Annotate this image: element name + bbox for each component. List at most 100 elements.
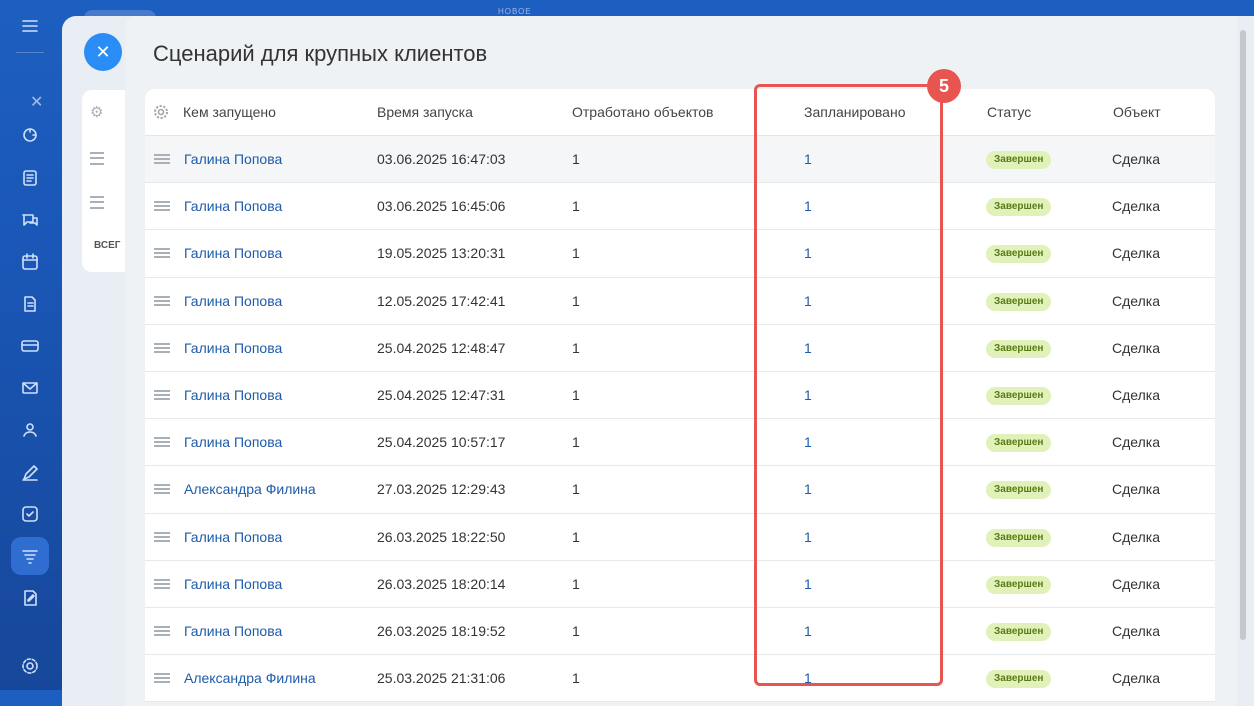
table-row[interactable]: Галина Попова 26.03.2025 18:19:52 1 1 Заверш… — [145, 608, 1215, 656]
table-row[interactable]: Галина Попова 25.04.2025 12:48:47 1 1 Заверш… — [145, 325, 1215, 372]
processed-count-cell: 1 — [572, 198, 580, 215]
close-button[interactable]: ✕ — [84, 33, 122, 71]
drag-handle-icon — [90, 151, 104, 165]
table-row[interactable]: Александра Филина 27.03.2025 12:29:43 1 1 За… — [145, 466, 1215, 514]
processed-count-cell: 1 — [572, 434, 580, 451]
table-row[interactable]: Галина Попова 03.06.2025 16:45:06 1 1 Заверш… — [145, 183, 1215, 231]
status-badge: Завершен — [986, 434, 1052, 453]
table-row[interactable]: Галина Попова 26.03.2025 18:20:14 1 1 Заверш… — [145, 561, 1215, 608]
column-header-launched-by[interactable]: Кем запущено — [183, 104, 276, 120]
object-type-cell: Сделка — [1112, 622, 1160, 639]
launch-time-cell: 03.06.2025 16:47:03 — [377, 151, 506, 167]
menu-icon[interactable] — [16, 12, 44, 40]
processed-count-cell: 1 — [572, 575, 580, 592]
table-settings-gear-icon[interactable] — [153, 104, 169, 120]
contacts-icon[interactable] — [16, 416, 44, 444]
drag-handle-icon[interactable] — [154, 154, 170, 164]
sidebar-divider — [16, 52, 44, 53]
card-icon[interactable] — [16, 332, 44, 360]
scrollbar[interactable] — [1240, 30, 1246, 640]
object-type-cell: Сделка — [1112, 245, 1160, 262]
table-row[interactable]: Галина Попова 12.05.2025 17:42:41 1 1 Заверш… — [145, 278, 1215, 325]
background-list-row — [90, 192, 104, 212]
drag-handle-icon[interactable] — [154, 531, 170, 542]
drag-handle-icon[interactable] — [154, 201, 170, 212]
column-header-processed[interactable]: Отработано объектов — [572, 104, 713, 120]
document-edit-icon[interactable] — [16, 584, 44, 612]
drag-handle-icon[interactable] — [154, 295, 170, 306]
object-type-cell: Сделка — [1112, 386, 1160, 403]
drag-handle-icon[interactable] — [154, 484, 170, 495]
table-row[interactable]: Галина Попова 25.04.2025 12:47:31 1 1 Заверш… — [145, 372, 1215, 420]
pen-icon[interactable] — [16, 459, 44, 487]
launched-by-link[interactable]: Галина Попова — [184, 387, 282, 403]
object-type-cell: Сделка — [1112, 434, 1160, 451]
drag-handle-icon[interactable] — [154, 625, 170, 636]
close-icon: ✕ — [95, 41, 111, 62]
status-badge: Завершен — [986, 292, 1052, 311]
chat-icon[interactable] — [16, 206, 44, 234]
launched-by-link[interactable]: Галина Попова — [184, 576, 282, 592]
launch-time-cell: 26.03.2025 18:20:14 — [377, 575, 506, 592]
feed-icon[interactable] — [16, 164, 44, 192]
launched-by-link[interactable]: Галина Попова — [184, 151, 282, 167]
launched-by-link[interactable]: Александра Филина — [184, 670, 316, 686]
calendar-icon[interactable] — [16, 248, 44, 276]
status-badge: Завершен — [986, 198, 1052, 217]
drag-handle-icon[interactable] — [154, 389, 170, 400]
status-badge: Завершен — [986, 245, 1052, 264]
launched-by-link[interactable]: Галина Попова — [184, 623, 282, 639]
new-label: НОВОЕ — [498, 7, 532, 16]
launched-by-link[interactable]: Галина Попова — [184, 340, 282, 356]
runs-table: Кем запущено Время запуска Отработано об… — [145, 89, 1215, 703]
processed-count-cell: 1 — [572, 151, 580, 167]
launched-by-link[interactable]: Галина Попова — [184, 529, 282, 545]
drag-handle-icon — [90, 195, 104, 209]
page-title: Сценарий для крупных клиентов — [153, 41, 488, 66]
table-row[interactable]: Галина Попова 03.06.2025 16:47:03 1 1 Заверш… — [145, 136, 1215, 184]
close-x-icon[interactable]: ✕ — [30, 92, 43, 112]
column-header-launch-time[interactable]: Время запуска — [377, 104, 473, 120]
table-row[interactable]: Галина Попова 19.05.2025 13:20:31 1 1 Заверш… — [145, 230, 1215, 278]
table-row[interactable]: Галина Попова 26.03.2025 18:22:50 1 1 Заверш… — [145, 514, 1215, 561]
status-badge: Завершен — [986, 528, 1052, 547]
table-row[interactable]: Галина Попова 25.04.2025 10:57:17 1 1 Заверш… — [145, 419, 1215, 467]
table-header: Кем запущено Время запуска Отработано об… — [145, 89, 1215, 136]
drag-handle-icon[interactable] — [154, 342, 170, 353]
status-badge: Завершен — [986, 622, 1052, 641]
background-total-label: ВСЕГ — [94, 240, 121, 251]
launch-time-cell: 25.04.2025 12:48:47 — [377, 339, 506, 356]
document-icon[interactable] — [16, 290, 44, 318]
status-badge: Завершен — [986, 670, 1052, 689]
launched-by-link[interactable]: Галина Попова — [184, 245, 282, 261]
launch-time-cell: 12.05.2025 17:42:41 — [377, 292, 506, 309]
activity-icon[interactable] — [16, 121, 44, 149]
planned-column-highlight — [754, 84, 943, 686]
funnel-icon[interactable] — [16, 542, 44, 570]
launch-time-cell: 25.04.2025 12:47:31 — [377, 386, 506, 403]
object-type-cell: Сделка — [1112, 528, 1160, 545]
tasks-icon[interactable] — [16, 500, 44, 528]
launch-time-cell: 26.03.2025 18:22:50 — [377, 528, 506, 545]
table-body: Галина Попова 03.06.2025 16:47:03 1 1 Заверш… — [145, 136, 1215, 703]
object-type-cell: Сделка — [1112, 292, 1160, 309]
drag-handle-icon[interactable] — [154, 578, 170, 589]
launched-by-link[interactable]: Галина Попова — [184, 198, 282, 214]
launch-time-cell: 25.04.2025 10:57:17 — [377, 434, 506, 451]
launched-by-link[interactable]: Александра Филина — [184, 481, 316, 497]
drag-handle-icon[interactable] — [154, 248, 170, 259]
column-header-object[interactable]: Объект — [1113, 104, 1161, 120]
table-row[interactable]: Александра Филина 25.03.2025 21:31:06 1 1 За… — [145, 655, 1215, 703]
background-list-row — [90, 148, 104, 168]
column-header-status[interactable]: Статус — [987, 104, 1031, 120]
status-badge: Завершен — [986, 575, 1052, 594]
launched-by-link[interactable]: Галина Попова — [184, 434, 282, 450]
launched-by-link[interactable]: Галина Попова — [184, 293, 282, 309]
drag-handle-icon[interactable] — [154, 437, 170, 448]
launch-time-cell: 03.06.2025 16:45:06 — [377, 198, 506, 215]
processed-count-cell: 1 — [572, 528, 580, 545]
settings-gear-icon[interactable] — [16, 652, 44, 680]
drag-handle-icon[interactable] — [154, 673, 170, 684]
mail-icon[interactable] — [16, 374, 44, 402]
object-type-cell: Сделка — [1112, 151, 1160, 167]
